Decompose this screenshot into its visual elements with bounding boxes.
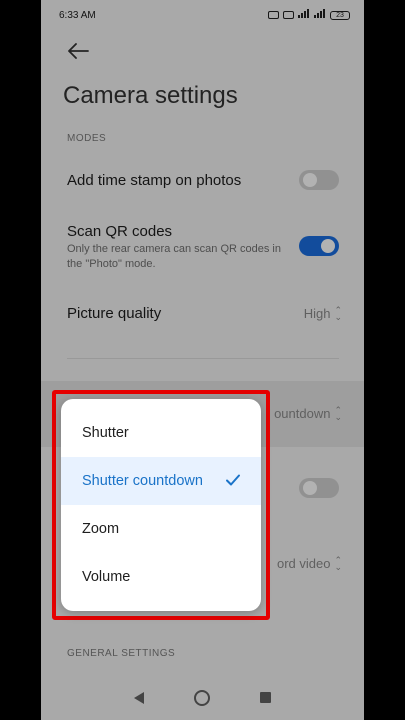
nav-home-icon[interactable] xyxy=(194,689,210,706)
menu-item-label: Zoom xyxy=(82,521,120,537)
nav-bar xyxy=(41,675,364,720)
menu-item-shutter-countdown[interactable]: Shutter countdown xyxy=(61,457,261,505)
menu-item-shutter[interactable]: Shutter xyxy=(61,409,261,457)
nav-recent-icon[interactable] xyxy=(260,692,271,703)
menu-item-label: Volume xyxy=(82,569,131,585)
menu-item-label: Shutter xyxy=(82,425,129,441)
menu-item-label: Shutter countdown xyxy=(82,473,203,489)
dropdown-menu: Shutter Shutter countdown Zoom Volume xyxy=(61,399,261,611)
nav-back-icon[interactable] xyxy=(134,691,144,704)
check-icon xyxy=(226,474,240,486)
menu-item-volume[interactable]: Volume xyxy=(61,553,261,601)
menu-item-zoom[interactable]: Zoom xyxy=(61,505,261,553)
